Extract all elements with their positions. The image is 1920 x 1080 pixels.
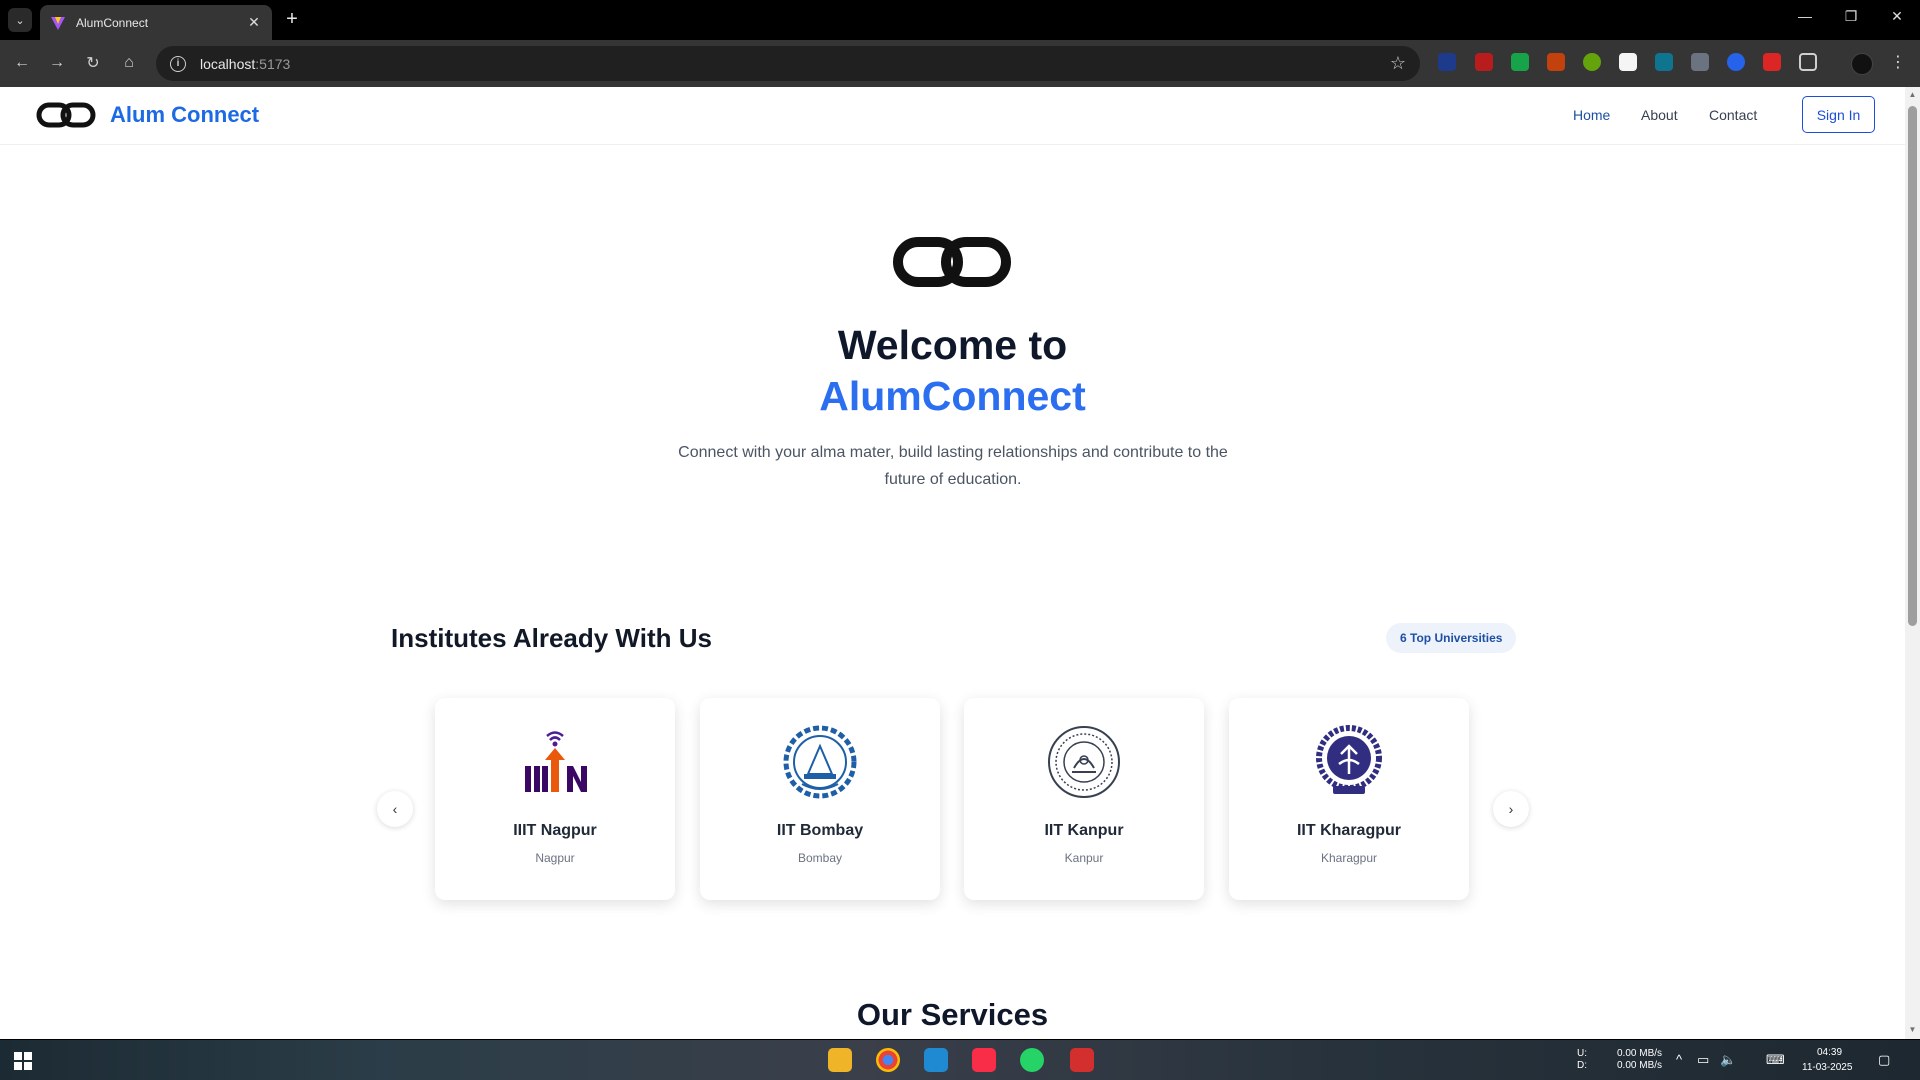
vite-favicon-icon [51, 16, 65, 30]
home-button[interactable]: ⌂ [118, 52, 140, 74]
services-heading: Our Services [856, 997, 1049, 1032]
institute-name: IIT Kanpur [1044, 822, 1124, 839]
notifications-icon[interactable]: ▢ [1878, 1052, 1890, 1068]
windows-taskbar: U: D: 0.00 MB/s 0.00 MB/s ^ ▭ 🔈 ⌨ 04:39 … [0, 1040, 1920, 1080]
scrollbar-thumb[interactable] [1908, 106, 1917, 626]
institutes-heading: Institutes Already With Us [391, 623, 712, 653]
site-navbar: Alum Connect Home About Contact Sign In [0, 87, 1905, 145]
nav-contact-link[interactable]: Contact [1709, 107, 1757, 123]
vscode-icon[interactable] [924, 1048, 948, 1072]
scroll-down-arrow-icon[interactable]: ▼ [1908, 1025, 1917, 1034]
institute-name: IIIT Nagpur [513, 822, 597, 839]
extension-ublock-icon[interactable] [1475, 53, 1493, 71]
volume-icon[interactable]: 🔈 [1720, 1052, 1736, 1068]
institute-card[interactable]: IIIT Nagpur Nagpur [435, 698, 675, 900]
brand-name: Alum Connect [110, 102, 260, 127]
extension-icon-7[interactable] [1655, 53, 1673, 71]
iiit-nagpur-logo-icon [525, 731, 587, 792]
extension-icon-5[interactable] [1583, 53, 1601, 71]
extension-icon-9[interactable] [1727, 53, 1745, 71]
institute-name: IIT Bombay [776, 822, 864, 839]
institute-name: IIT Kharagpur [1296, 822, 1401, 839]
tray-chevron-up-icon[interactable]: ^ [1676, 1052, 1682, 1067]
pdf-reader-icon[interactable] [1070, 1048, 1094, 1072]
new-tab-button[interactable]: + [282, 9, 302, 29]
windows-start-icon[interactable] [14, 1052, 32, 1070]
download-label: D: [1577, 1060, 1587, 1071]
tab-search-button[interactable]: ⌄ [8, 8, 32, 32]
clock-date: 11-03-2025 [1802, 1062, 1853, 1073]
browser-tab[interactable]: AlumConnect ✕ [40, 5, 272, 40]
extension-icon-10[interactable] [1763, 53, 1781, 71]
universities-count-badge: 6 Top Universities [1386, 623, 1517, 653]
nav-home-link[interactable]: Home [1573, 107, 1610, 123]
extension-icon-1[interactable] [1438, 53, 1456, 71]
iit-kanpur-logo-icon [1048, 726, 1120, 798]
institute-city: Nagpur [535, 851, 575, 865]
carousel-prev-button[interactable]: ‹ [377, 791, 413, 827]
extension-icon-4[interactable] [1547, 53, 1565, 71]
browser-menu-icon[interactable]: ⋮ [1890, 52, 1906, 72]
institute-city: Kanpur [1064, 851, 1104, 865]
tab-title: AlumConnect [76, 15, 149, 30]
extension-icon-3[interactable] [1511, 53, 1529, 71]
file-explorer-icon[interactable] [828, 1048, 852, 1072]
sign-in-button[interactable]: Sign In [1802, 96, 1875, 133]
address-bar[interactable]: i localhost:5173 ☆ [156, 46, 1420, 81]
reload-button[interactable]: ↻ [82, 52, 104, 74]
hero-title-brand: AlumConnect [819, 373, 1086, 419]
hero-title: Welcome to [837, 322, 1068, 368]
music-app-icon[interactable] [972, 1048, 996, 1072]
extensions-puzzle-icon[interactable] [1799, 53, 1817, 71]
whatsapp-icon[interactable] [1020, 1048, 1044, 1072]
institute-card[interactable]: IIT Kanpur Kanpur [964, 698, 1204, 900]
iit-bombay-logo-icon [783, 725, 857, 799]
hero-subtitle: Connect with your alma mater, build last… [678, 444, 1228, 488]
extension-icon-8[interactable] [1691, 53, 1709, 71]
url-host: localhost [200, 55, 256, 72]
clock-time: 04:39 [1817, 1047, 1843, 1058]
institute-card[interactable]: IIT Bombay Bombay [700, 698, 940, 900]
nav-about-link[interactable]: About [1641, 107, 1678, 123]
browser-toolbar: ← → ↻ ⌂ i localhost:5173 ☆ [0, 40, 1920, 87]
close-window-button[interactable]: ✕ [1874, 8, 1920, 25]
institute-city: Kharagpur [1320, 851, 1378, 865]
download-speed: 0.00 MB/s [1617, 1060, 1663, 1071]
chrome-icon[interactable] [876, 1048, 900, 1072]
url-port: :5173 [255, 55, 291, 72]
browser-tab-bar: ⌄ AlumConnect ✕ + — ❐ ✕ [0, 0, 1920, 40]
keyboard-icon[interactable]: ⌨ [1766, 1052, 1785, 1068]
network-icon[interactable]: ▭ [1697, 1052, 1709, 1068]
extension-icon-6[interactable] [1619, 53, 1637, 71]
iit-kharagpur-logo-icon [1316, 725, 1382, 794]
carousel-next-button[interactable]: › [1493, 791, 1529, 827]
chain-link-logo-icon [36, 102, 96, 128]
bookmark-star-icon[interactable]: ☆ [1390, 53, 1406, 74]
hero-chain-logo-icon [893, 237, 1011, 287]
scroll-up-arrow-icon[interactable]: ▲ [1908, 90, 1917, 99]
brand[interactable]: Alum Connect [36, 100, 259, 130]
upload-label: U: [1577, 1048, 1587, 1059]
minimize-button[interactable]: — [1782, 8, 1828, 24]
site-info-icon[interactable]: i [170, 55, 186, 72]
page-scrollbar[interactable]: ▲ ▼ [1905, 87, 1920, 1039]
profile-avatar[interactable] [1851, 53, 1873, 75]
upload-speed: 0.00 MB/s [1617, 1048, 1663, 1059]
restore-button[interactable]: ❐ [1828, 8, 1874, 25]
institute-card[interactable]: IIT Kharagpur Kharagpur [1229, 698, 1469, 900]
forward-button[interactable]: → [46, 52, 68, 74]
tab-close-icon[interactable]: ✕ [246, 14, 262, 31]
page-viewport: Alum Connect Home About Contact Sign In … [0, 87, 1920, 1039]
back-button[interactable]: ← [11, 52, 33, 74]
institute-city: Bombay [797, 851, 843, 865]
